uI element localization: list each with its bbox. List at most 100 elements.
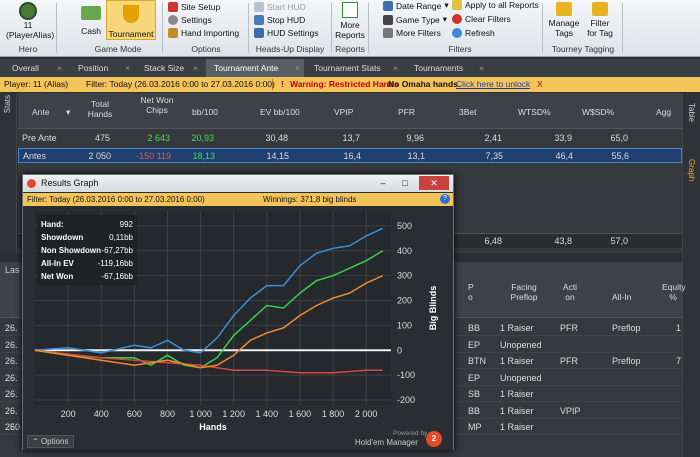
sort-arrow-icon: ▾ xyxy=(66,107,71,117)
hand-position: EP xyxy=(468,339,481,350)
header-ev-bb100[interactable]: EV bb/100 xyxy=(260,107,300,117)
options-button[interactable]: ⌃ Options xyxy=(27,435,74,448)
hand-facing: 1 Raiser xyxy=(500,356,534,366)
unlock-link[interactable]: Click here to unlock xyxy=(456,77,530,92)
results-chart: 200 400 600 800 1 000 1 200 1 400 1 600 1 800 2 0… xyxy=(34,211,438,432)
header-facing-preflop[interactable]: Facing Preflop xyxy=(500,282,548,302)
y-tick-label: 500 xyxy=(397,221,412,231)
hand-date: 26. xyxy=(5,372,18,383)
tab-stack-size[interactable]: Stack Size × xyxy=(136,59,202,77)
options-group-label: Options xyxy=(191,44,221,54)
hand-allin: Preflop xyxy=(612,323,641,333)
clear-filters-button[interactable]: Clear Filters xyxy=(452,14,511,24)
close-icon[interactable]: × xyxy=(479,59,484,77)
minimize-icon[interactable]: – xyxy=(373,177,393,189)
cash-icon xyxy=(81,6,101,20)
start-hud-button[interactable]: Start HUD xyxy=(254,2,306,12)
tab-tournaments[interactable]: Tournaments × xyxy=(406,59,488,77)
stats-side-tab[interactable]: Stats xyxy=(0,93,17,253)
header-agg[interactable]: Agg xyxy=(656,107,671,117)
tab-overall[interactable]: Overall × xyxy=(4,59,66,77)
graph-title-bar[interactable]: Results Graph – □ ✕ xyxy=(23,175,453,192)
close-icon[interactable]: × xyxy=(57,59,62,77)
header-bb100[interactable]: bb/100 xyxy=(192,107,218,117)
hand-importing-button[interactable]: Hand Importing xyxy=(168,28,239,38)
refresh-button[interactable]: Refresh xyxy=(452,28,495,38)
header-equity[interactable]: Equity % xyxy=(662,282,686,302)
more-filters-button[interactable]: More Filters xyxy=(383,28,441,38)
hand-action: PFR xyxy=(560,356,578,366)
date-range-button[interactable]: Date Range ▾ xyxy=(383,0,449,11)
play-icon xyxy=(254,2,264,12)
game-type-icon xyxy=(383,14,393,25)
tab-position[interactable]: Position × xyxy=(70,59,134,77)
hand-position: BTN xyxy=(468,356,486,366)
hand-date: 26. xyxy=(5,389,18,399)
manage-tags-button[interactable]: Manage Tags xyxy=(546,2,582,38)
filter-tag-icon xyxy=(592,2,608,16)
close-icon[interactable]: × xyxy=(125,59,130,77)
stat-label: Net Won xyxy=(41,272,73,281)
hand-facing: 1 Raiser xyxy=(500,405,534,416)
tagging-group-label: Tourney Tagging xyxy=(551,44,615,54)
header-total-hands[interactable]: Total Hands xyxy=(80,99,120,119)
header-wsd[interactable]: W$SD% xyxy=(582,107,614,117)
stop-hud-button[interactable]: Stop HUD xyxy=(254,15,305,25)
header-pfr[interactable]: PFR xyxy=(398,107,415,117)
hand-date: 26. xyxy=(5,339,18,350)
more-reports-button[interactable]: More Reports xyxy=(334,2,366,40)
results-graph-window[interactable]: Results Graph – □ ✕ Filter: Today (26.03… xyxy=(22,174,454,450)
side-tab-table[interactable]: Table xyxy=(687,103,696,122)
maximize-icon[interactable]: □ xyxy=(395,177,415,189)
hand-position: MP xyxy=(468,422,482,432)
x-tick-label: 600 xyxy=(127,409,142,419)
y-axis-label: Big Blinds xyxy=(428,286,438,331)
hero-button[interactable]: 11 (PlayerAlias) xyxy=(6,2,54,40)
site-setup-button[interactable]: Site Setup xyxy=(168,2,220,12)
close-icon[interactable]: × xyxy=(393,59,398,77)
hm2-logo-icon: 2 xyxy=(426,431,442,447)
side-tab-graph[interactable]: Graph xyxy=(687,159,696,181)
graph-window-title: Results Graph xyxy=(41,178,99,188)
hand-facing: Unopened xyxy=(500,339,542,350)
hud-settings-button[interactable]: HUD Settings xyxy=(254,28,319,38)
reports-group-label: Reports xyxy=(335,44,365,54)
graph-filter-bar: Filter: Today (26.03.2016 0:00 to 27.03.… xyxy=(23,193,453,206)
y-tick-label: 300 xyxy=(397,271,412,281)
close-warning-button[interactable]: X xyxy=(537,77,543,92)
tournament-button[interactable]: Tournament xyxy=(106,0,156,40)
header-3bet[interactable]: 3Bet xyxy=(459,107,477,117)
tab-tournament-ante[interactable]: Tournament Ante × xyxy=(206,59,304,77)
settings-button[interactable]: Settings xyxy=(168,15,212,25)
header-action[interactable]: Acti on xyxy=(560,282,580,302)
graph-footer: ⌃ Options Powered by Hold'em Manager 2 xyxy=(23,430,453,450)
hero-count: 11 xyxy=(23,20,33,30)
y-tick-label: -200 xyxy=(397,395,415,405)
right-side-tabs: Table Graph xyxy=(682,93,700,457)
apply-all-reports-button[interactable]: Apply to all Reports xyxy=(452,0,539,10)
header-position[interactable]: P o xyxy=(468,282,478,302)
tab-tournament-stats[interactable]: Tournament Stats × xyxy=(306,59,402,77)
table-row[interactable]: Pre Ante 475 2 643 20,93 30,48 13,7 9,96… xyxy=(18,131,682,146)
hud-group-label: Heads-Up Display xyxy=(255,44,325,54)
close-icon[interactable]: × xyxy=(193,59,198,77)
header-vpip[interactable]: VPIP xyxy=(334,107,353,117)
header-wtsd[interactable]: WTSD% xyxy=(518,107,551,117)
header-all-in[interactable]: All-In xyxy=(612,292,631,302)
table-row-selected[interactable]: Antes 2 050 -150 119 18,13 14,15 16,4 13… xyxy=(18,148,682,163)
stat-value: 0,11bb xyxy=(109,233,133,242)
y-tick-label: 200 xyxy=(397,296,412,306)
winnings-text: Winnings: 371,8 big blinds xyxy=(263,195,357,204)
close-icon[interactable]: × xyxy=(295,59,300,77)
header-ante[interactable]: Ante xyxy=(32,107,50,117)
info-icon[interactable]: ? xyxy=(440,194,450,204)
hand-date: 26. xyxy=(5,405,18,416)
game-type-button[interactable]: Game Type ▾ xyxy=(383,14,447,25)
header-net-won[interactable]: Net Won Chips xyxy=(138,95,176,115)
filter-for-tag-button[interactable]: Filter for Tag xyxy=(584,2,616,38)
cash-label: Cash xyxy=(81,26,101,36)
graph-filter-text: Filter: Today (26.03.2016 0:00 to 27.03.… xyxy=(27,195,205,204)
brand-name: Hold'em Manager xyxy=(355,438,418,447)
cash-button[interactable]: Cash xyxy=(76,4,106,36)
close-window-icon[interactable]: ✕ xyxy=(419,176,449,190)
